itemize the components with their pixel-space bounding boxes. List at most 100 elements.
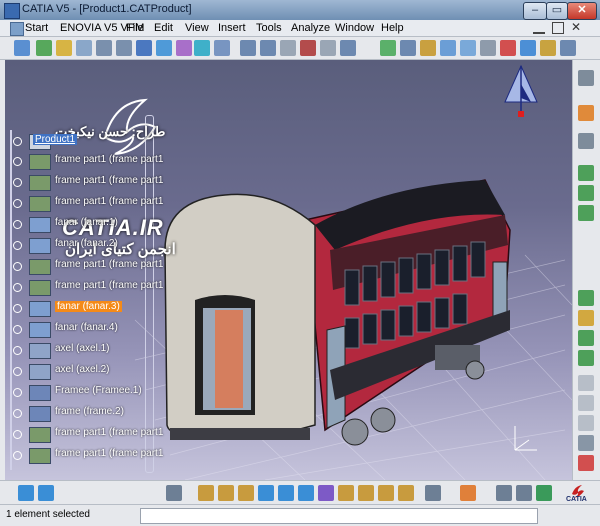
rotate-icon[interactable]	[76, 40, 92, 56]
replace-component-icon[interactable]	[578, 310, 594, 326]
maximize-button[interactable]: ▭	[546, 2, 568, 20]
tree-expander-icon[interactable]	[13, 220, 22, 229]
tree-expander-icon[interactable]	[13, 137, 22, 146]
command-input[interactable]	[140, 508, 538, 524]
new-product-icon[interactable]	[578, 185, 594, 201]
measure-between-icon[interactable]	[496, 485, 512, 501]
tree-item[interactable]: frame part1 (frame part1	[13, 448, 163, 464]
explode-icon[interactable]	[420, 40, 436, 56]
menu-analyze[interactable]: Analyze	[291, 22, 330, 34]
tree-expander-icon[interactable]	[13, 157, 22, 166]
check-icon[interactable]	[318, 485, 334, 501]
tree-expander-icon[interactable]	[13, 283, 22, 292]
existing-component-icon[interactable]	[578, 290, 594, 306]
measure-item-icon[interactable]	[500, 40, 516, 56]
menu-view[interactable]: View	[185, 22, 209, 34]
law-icon[interactable]	[258, 485, 274, 501]
tree-expander-icon[interactable]	[13, 409, 22, 418]
update-icon[interactable]	[520, 40, 536, 56]
measure-inertia-icon[interactable]	[516, 485, 532, 501]
fly-mode-icon[interactable]	[14, 40, 30, 56]
normal-view-icon[interactable]	[136, 40, 152, 56]
multi-view-icon[interactable]	[156, 40, 172, 56]
doc-close-icon[interactable]: ✕	[571, 20, 581, 34]
offset-icon[interactable]	[300, 40, 316, 56]
redo-icon[interactable]	[38, 485, 54, 501]
multi-instantiation-icon[interactable]	[578, 415, 594, 431]
tree-expander-icon[interactable]	[13, 325, 22, 334]
tree-item[interactable]: frame part1 (frame part1	[13, 196, 163, 212]
tree-item[interactable]: fanar (fanar.1)	[13, 217, 158, 233]
product-structure-icon[interactable]	[578, 70, 594, 86]
set-icon[interactable]	[358, 485, 374, 501]
knowledge-icon[interactable]	[218, 485, 234, 501]
iso-view-icon[interactable]	[176, 40, 192, 56]
measure-icon[interactable]	[480, 40, 496, 56]
menu-insert[interactable]: Insert	[218, 22, 246, 34]
menu-edit[interactable]: Edit	[154, 22, 173, 34]
zoom-in-icon[interactable]	[96, 40, 112, 56]
annotation-icon[interactable]	[578, 455, 594, 471]
manipulate-icon[interactable]	[380, 40, 396, 56]
menu-file[interactable]: File	[126, 22, 144, 34]
design-table-icon[interactable]	[278, 485, 294, 501]
manage-representations-icon[interactable]	[578, 395, 594, 411]
tree-expander-icon[interactable]	[13, 367, 22, 376]
tree-expander-icon[interactable]	[13, 241, 22, 250]
undo-icon[interactable]	[18, 485, 34, 501]
tree-item[interactable]: Framee (Framee.1)	[13, 385, 158, 401]
move-icon[interactable]	[578, 133, 594, 149]
zoom-out-icon[interactable]	[116, 40, 132, 56]
close-button[interactable]: ✕	[567, 2, 597, 20]
capture-icon[interactable]	[425, 485, 441, 501]
assembly-constraint-icon[interactable]	[240, 40, 256, 56]
tree-item[interactable]: frame part1 (frame part1	[13, 154, 163, 170]
tree-root-product[interactable]: Product1	[13, 134, 158, 150]
selective-load-icon[interactable]	[578, 375, 594, 391]
tree-expander-icon[interactable]	[13, 178, 22, 187]
fix-icon[interactable]	[340, 40, 356, 56]
tree-expander-icon[interactable]	[13, 199, 22, 208]
generate-numbering-icon[interactable]	[578, 350, 594, 366]
formula-icon[interactable]	[238, 485, 254, 501]
reaction-icon[interactable]	[298, 485, 314, 501]
tree-item[interactable]: fanar (fanar.3)	[13, 301, 158, 317]
minimize-button[interactable]: –	[523, 2, 547, 20]
train-car-model[interactable]	[155, 170, 525, 460]
tree-expander-icon[interactable]	[13, 388, 22, 397]
tree-expander-icon[interactable]	[13, 262, 22, 271]
tree-item[interactable]: frame part1 (frame part1	[13, 259, 163, 275]
tree-item[interactable]: fanar (fanar.4)	[13, 322, 158, 338]
tree-item[interactable]: fanar (fanar.2)	[13, 238, 158, 254]
tree-item[interactable]: axel (axel.2)	[13, 364, 158, 380]
bill-of-material-icon[interactable]	[540, 40, 556, 56]
tree-expander-icon[interactable]	[13, 451, 22, 460]
doc-restore-icon[interactable]	[552, 22, 564, 34]
tree-item[interactable]: axel (axel.1)	[13, 343, 158, 359]
clash-icon[interactable]	[440, 40, 456, 56]
tree-item[interactable]: frame part1 (frame part1	[13, 175, 163, 191]
contact-icon[interactable]	[280, 40, 296, 56]
hide-show-icon[interactable]	[214, 40, 230, 56]
menu-start[interactable]: Start	[25, 22, 48, 34]
select-icon[interactable]	[578, 105, 594, 121]
tree-item[interactable]: frame part1 (frame part1	[13, 280, 163, 296]
angle-icon[interactable]	[320, 40, 336, 56]
snap-icon[interactable]	[400, 40, 416, 56]
tree-expander-icon[interactable]	[13, 304, 22, 313]
scenes-icon[interactable]	[578, 435, 594, 451]
fit-all-icon[interactable]	[36, 40, 52, 56]
rule-icon[interactable]	[338, 485, 354, 501]
tree-expander-icon[interactable]	[13, 346, 22, 355]
new-part-icon[interactable]	[578, 205, 594, 221]
publish-icon[interactable]	[560, 40, 576, 56]
3d-viewport[interactable]: طراح: حسن نيکبخت CATIA.IR انجمن کتیای ای…	[5, 60, 572, 480]
tree-expander-icon[interactable]	[13, 430, 22, 439]
tree-item[interactable]: frame (frame.2)	[13, 406, 158, 422]
coincidence-icon[interactable]	[260, 40, 276, 56]
sectioning-icon[interactable]	[460, 40, 476, 56]
catalog-icon[interactable]	[198, 485, 214, 501]
distance-icon[interactable]	[536, 485, 552, 501]
shading-icon[interactable]	[194, 40, 210, 56]
grid-icon[interactable]	[460, 485, 476, 501]
